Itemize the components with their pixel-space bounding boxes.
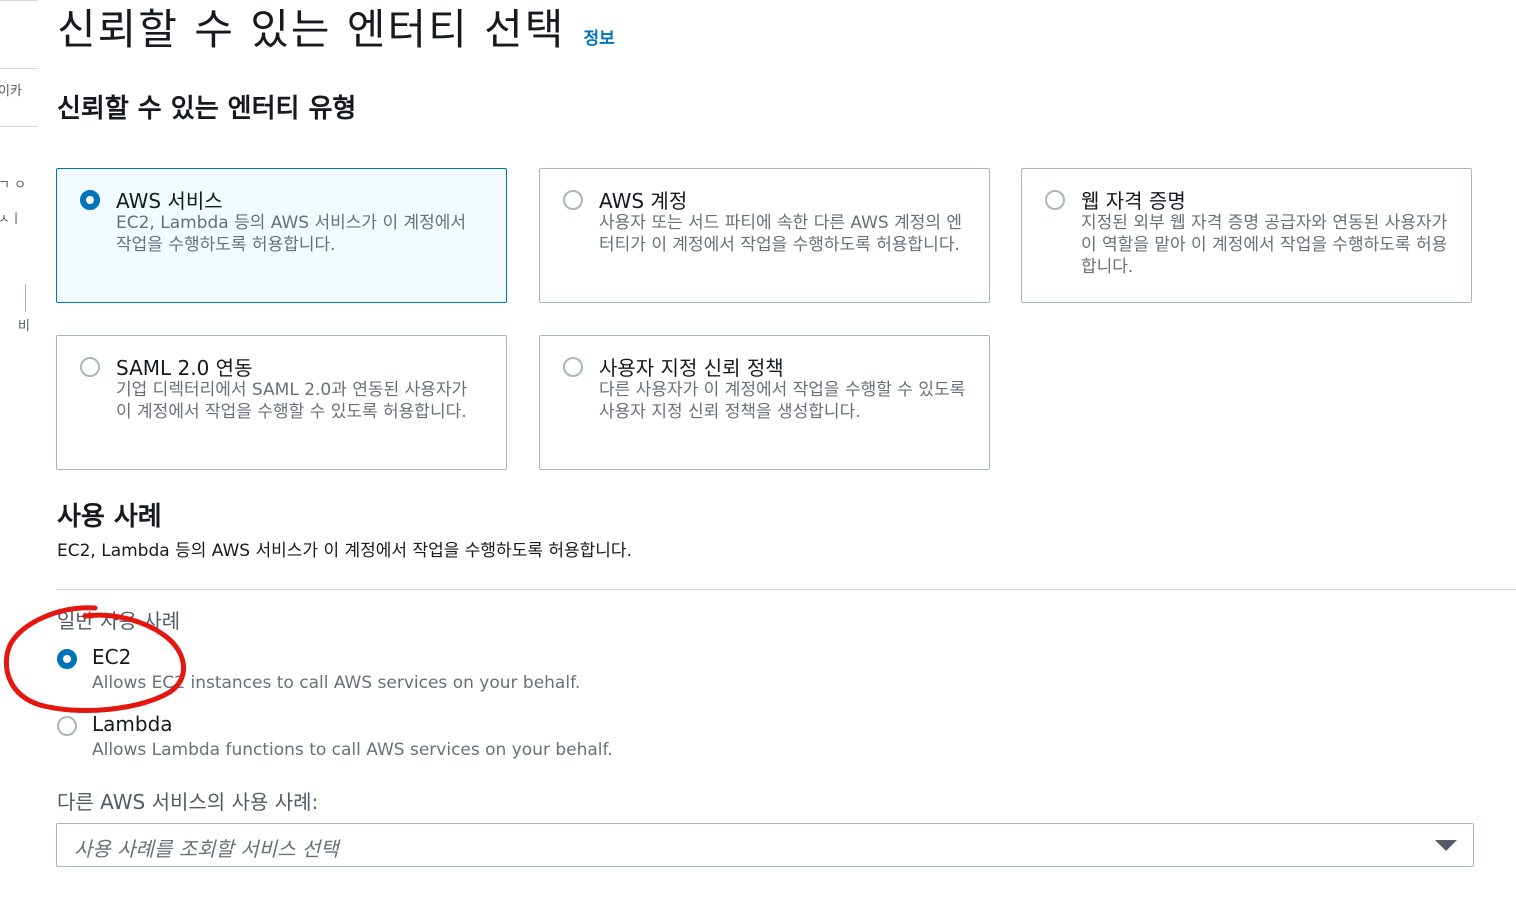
common-use-cases-label: 일반 사용 사례 bbox=[57, 609, 181, 633]
tile-title: AWS 서비스 bbox=[116, 189, 223, 213]
caret-down-icon[interactable] bbox=[1435, 840, 1457, 851]
other-services-label: 다른 AWS 서비스의 사용 사례: bbox=[57, 790, 319, 814]
tile-title: SAML 2.0 연동 bbox=[116, 356, 253, 380]
page: 이카 ㄱ ㅇ ㅅㅣ 비 신뢰할 수 있는 엔터티 선택 정보 신뢰할 수 있는 … bbox=[0, 0, 1516, 901]
service-select[interactable]: 사용 사례를 조회할 서비스 선택 bbox=[56, 823, 1474, 867]
custom-trust-policy-radio[interactable] bbox=[563, 357, 583, 377]
tile-description: 기업 디렉터리에서 SAML 2.0과 연동된 사용자가 이 계정에서 작업을 … bbox=[116, 380, 468, 422]
use-case-description: EC2, Lambda 등의 AWS 서비스가 이 계정에서 작업을 수행하도록… bbox=[57, 541, 632, 561]
nav-divider bbox=[0, 0, 38, 1]
tile-aws-service[interactable]: AWS 서비스 EC2, Lambda 등의 AWS 서비스가 이 계정에서 작… bbox=[56, 168, 507, 303]
nav-fragment[interactable]: 비 bbox=[18, 315, 30, 334]
tile-web-identity[interactable]: 웹 자격 증명 지정된 외부 웹 자격 증명 공급자와 연동된 사용자가 이 역… bbox=[1021, 168, 1472, 303]
aws-service-radio[interactable] bbox=[80, 190, 100, 210]
nav-indicator bbox=[25, 284, 26, 312]
tile-description: 다른 사용자가 이 계정에서 작업을 수행할 수 있도록 사용자 지정 신뢰 정… bbox=[599, 380, 966, 422]
tile-title: 사용자 지정 신뢰 정책 bbox=[599, 356, 784, 380]
option-title: EC2 bbox=[92, 645, 132, 669]
saml-radio[interactable] bbox=[80, 357, 100, 377]
left-nav-clipped: 이카 ㄱ ㅇ ㅅㅣ 비 bbox=[0, 0, 40, 901]
nav-divider bbox=[0, 126, 38, 127]
tile-aws-account[interactable]: AWS 계정 사용자 또는 서드 파티에 속한 다른 AWS 계정의 엔터티가 … bbox=[539, 168, 990, 303]
tile-description: 지정된 외부 웹 자격 증명 공급자와 연동된 사용자가 이 역할을 맡아 이 … bbox=[1081, 213, 1448, 277]
tile-description: 사용자 또는 서드 파티에 속한 다른 AWS 계정의 엔터티가 이 계정에서 … bbox=[599, 213, 963, 255]
nav-fragment[interactable]: 이카 bbox=[0, 80, 22, 99]
tile-custom-trust-policy[interactable]: 사용자 지정 신뢰 정책 다른 사용자가 이 계정에서 작업을 수행할 수 있도… bbox=[539, 335, 990, 470]
aws-account-radio[interactable] bbox=[563, 190, 583, 210]
option-title: Lambda bbox=[92, 712, 173, 736]
tile-title: AWS 계정 bbox=[599, 189, 688, 213]
use-case-heading: 사용 사례 bbox=[57, 502, 162, 532]
lambda-radio[interactable] bbox=[57, 716, 77, 736]
tile-description: EC2, Lambda 등의 AWS 서비스가 이 계정에서 작업을 수행하도록… bbox=[116, 213, 467, 255]
option-description: Allows Lambda functions to call AWS serv… bbox=[92, 740, 613, 760]
nav-fragment[interactable]: ㄱ ㅇ bbox=[0, 174, 26, 193]
tile-title: 웹 자격 증명 bbox=[1081, 189, 1186, 213]
ec2-radio[interactable] bbox=[57, 649, 77, 669]
select-placeholder: 사용 사례를 조회할 서비스 선택 bbox=[74, 837, 339, 861]
info-link[interactable]: 정보 bbox=[583, 24, 614, 49]
nav-divider bbox=[0, 68, 38, 69]
web-identity-radio[interactable] bbox=[1045, 190, 1065, 210]
option-description: Allows EC2 instances to call AWS service… bbox=[92, 673, 581, 693]
page-title: 신뢰할 수 있는 엔터티 선택 bbox=[57, 5, 566, 54]
entity-type-heading: 신뢰할 수 있는 엔터티 유형 bbox=[57, 94, 357, 124]
section-divider bbox=[57, 589, 1516, 590]
tile-saml-federation[interactable]: SAML 2.0 연동 기업 디렉터리에서 SAML 2.0과 연동된 사용자가… bbox=[56, 335, 507, 470]
nav-fragment[interactable]: ㅅㅣ bbox=[0, 208, 22, 227]
page-header: 신뢰할 수 있는 엔터티 선택 정보 bbox=[57, 2, 615, 58]
